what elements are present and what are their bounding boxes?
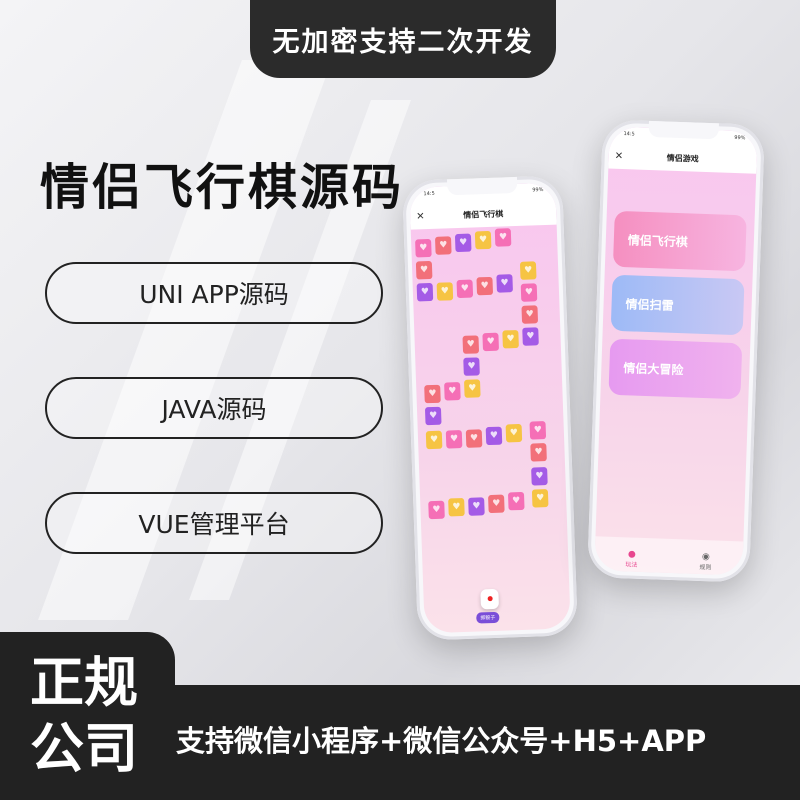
board-tile: ♥ [519, 261, 537, 280]
user-icon: ● [627, 549, 636, 560]
status-battery: 99% [532, 187, 544, 194]
board-tile: ♥ [488, 494, 505, 514]
board-tile: ♥ [445, 429, 463, 449]
tab-play[interactable]: ● 玩法 [594, 536, 669, 573]
board-tile: ♥ [521, 305, 539, 324]
feature-pill-uniapp: UNI APP源码 [45, 262, 383, 324]
board-tile: ♥ [425, 430, 443, 450]
page-title: 情侣飞行棋源码 [40, 159, 405, 216]
board-tile: ♥ [434, 236, 452, 255]
app-title: 情侣飞行棋 [463, 209, 504, 220]
board-tile: ♥ [496, 274, 513, 293]
game-card-adventure[interactable]: 情侣大冒险 [608, 338, 743, 400]
board-tile: ♥ [476, 276, 494, 296]
board-tile: ♥ [444, 382, 461, 401]
board-tile: ♥ [485, 426, 503, 446]
board-tile: ♥ [415, 260, 433, 280]
board-tile: ♥ [463, 357, 480, 376]
board-tile: ♥ [505, 423, 523, 443]
board-tile: ♥ [448, 497, 465, 517]
board-tile: ♥ [464, 379, 481, 398]
tab-play-label: 玩法 [625, 561, 638, 569]
board-tile: ♥ [474, 230, 492, 250]
board-tile: ♥ [456, 279, 474, 299]
company-badge: 正规公司 [30, 651, 138, 780]
phone-mockup-game-list: 14:5 99% ✕ 情侣游戏 情侣飞行棋 情侣扫雷 情侣大冒险 ● 玩法 ◉ 规则 [587, 119, 765, 583]
board-tile: ♥ [530, 443, 547, 462]
rules-icon: ◉ [701, 552, 710, 563]
phone-mockup-game-board: 14:5 99% ✕ 情侣飞行棋 ♥ ♥ ♥ ♥ ♥ ♥ ♥ ♥ ♥ ♥ ♥ ♥ ♥ ♥ ♥ ♥ ♥ ♥ ♥ ♥ ♥ ♥ ♥… [402, 175, 578, 641]
tab-rules-label: 规则 [699, 563, 712, 572]
status-time: 14:5 [623, 131, 635, 138]
board-tile: ♥ [531, 467, 548, 486]
phone-screen: 14:5 99% ✕ 情侣游戏 情侣飞行棋 情侣扫雷 情侣大冒险 ● 玩法 ◉ 规则 [594, 126, 758, 576]
board-tile: ♥ [529, 421, 547, 440]
board-tile: ♥ [520, 283, 538, 302]
board-tile: ♥ [428, 500, 445, 520]
board-tile: ♥ [502, 329, 519, 349]
game-card-minesweeper[interactable]: 情侣扫雷 [610, 274, 745, 336]
tab-bar: ● 玩法 ◉ 规则 [594, 536, 744, 576]
status-battery: 99% [734, 134, 746, 142]
feature-pill-vue: VUE管理平台 [45, 492, 383, 554]
board-tile: ♥ [522, 327, 539, 346]
board-tile: ♥ [436, 282, 454, 301]
platform-support-text: 支持微信小程序+微信公众号+H5+APP [176, 724, 707, 758]
board-tile: ♥ [482, 332, 500, 352]
feature-pill-java: JAVA源码 [45, 377, 383, 439]
board-tile: ♥ [424, 406, 442, 426]
status-time: 14:5 [423, 190, 435, 198]
dice-button[interactable]: 掷骰子 [476, 611, 500, 624]
board-tile: ♥ [465, 429, 483, 448]
phone-notch [648, 120, 719, 140]
board-tile: ♥ [424, 384, 441, 404]
board-tile: ♥ [454, 233, 472, 253]
board-tile: ♥ [462, 335, 480, 354]
top-banner: 无加密支持二次开发 [250, 0, 556, 78]
app-title: 情侣游戏 [666, 153, 699, 164]
game-card-flying-chess[interactable]: 情侣飞行棋 [612, 210, 747, 272]
board-tile: ♥ [531, 489, 549, 508]
board-tile: ♥ [415, 238, 432, 258]
board-tile: ♥ [507, 491, 525, 511]
board-tile: ♥ [494, 228, 512, 247]
tab-rules[interactable]: ◉ 规则 [668, 539, 743, 576]
board-tile: ♥ [416, 282, 434, 302]
board-tile: ♥ [468, 497, 485, 516]
phone-notch [446, 176, 518, 196]
dice-icon[interactable] [480, 588, 500, 610]
phone-screen: 14:5 99% ✕ 情侣飞行棋 ♥ ♥ ♥ ♥ ♥ ♥ ♥ ♥ ♥ ♥ ♥ ♥ ♥ ♥ ♥ ♥ ♥ ♥ ♥ ♥ ♥ ♥ ♥… [409, 182, 571, 634]
